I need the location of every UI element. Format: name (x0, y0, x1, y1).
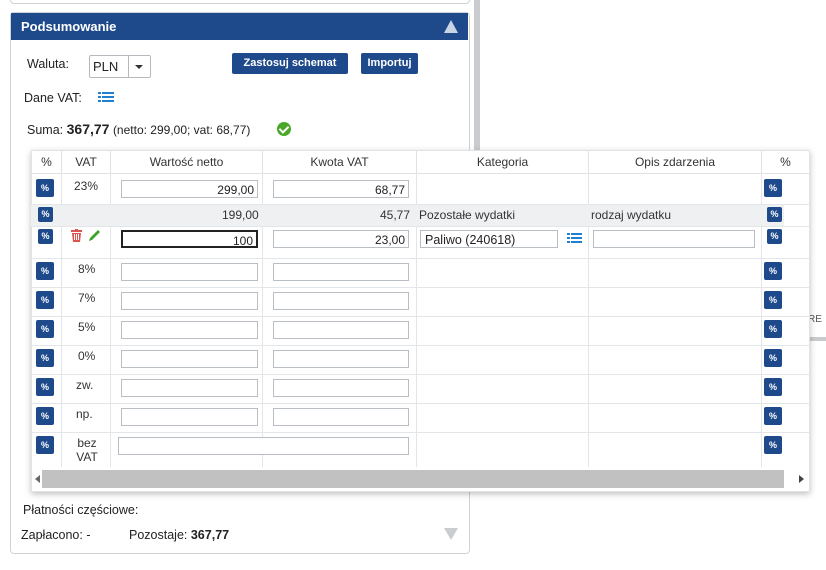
percent-button-right[interactable]: % (764, 320, 782, 338)
currency-value: PLN (93, 59, 119, 74)
percent-button[interactable]: % (36, 378, 54, 396)
kwota-input[interactable] (273, 350, 409, 368)
netto-input-edit[interactable]: 100 (121, 230, 258, 248)
vat-rate: 8% (78, 262, 96, 276)
kwota-input[interactable] (273, 408, 409, 426)
kwota-input[interactable] (273, 379, 409, 397)
sub-kwota: 45,77 (380, 208, 411, 222)
header-percent-right: % (762, 151, 809, 174)
netto-input-23[interactable]: 299,00 (121, 180, 258, 198)
import-button[interactable]: Importuj (361, 53, 418, 74)
percent-button[interactable]: % (36, 291, 54, 309)
currency-label: Waluta: (27, 57, 69, 71)
scroll-left-icon[interactable] (35, 475, 40, 483)
vat-rate: np. (76, 407, 93, 421)
percent-button-right[interactable]: % (764, 291, 782, 309)
sub-netto: 199,00 (222, 208, 259, 222)
sum-row: Suma: 367,77 (netto: 299,00; vat: 68,77) (27, 121, 250, 137)
header-vat: VAT (62, 151, 111, 174)
kategoria-input[interactable]: Paliwo (240618) (420, 230, 558, 248)
list-icon[interactable] (98, 91, 114, 104)
pencil-icon[interactable] (88, 228, 102, 242)
remaining-value: 367,77 (190, 528, 230, 542)
percent-button[interactable]: % (36, 407, 54, 425)
vat-rate: 7% (78, 291, 96, 305)
collapse-up-icon[interactable] (444, 20, 458, 33)
netto-input[interactable] (121, 292, 258, 310)
side-panel-label: RE (808, 314, 822, 325)
currency-select[interactable]: PLN (89, 55, 151, 78)
sub-opis: rodzaj wydatku (591, 208, 672, 222)
percent-button-small-right[interactable]: % (767, 207, 782, 222)
percent-button-right[interactable]: % (764, 179, 782, 197)
netto-input[interactable] (121, 263, 258, 281)
percent-button-right[interactable]: % (764, 436, 782, 454)
scroll-right-icon[interactable] (799, 475, 804, 483)
percent-button-right[interactable]: % (764, 378, 782, 396)
netto-input[interactable] (121, 321, 258, 339)
scrollbar-thumb[interactable] (42, 470, 784, 488)
opis-input[interactable] (593, 230, 755, 248)
percent-button-right[interactable]: % (764, 407, 782, 425)
horizontal-scrollbar[interactable] (32, 468, 808, 490)
netto-input[interactable] (121, 350, 258, 368)
header-netto: Wartość netto (111, 151, 263, 174)
remaining-row: Pozostaje: 367,77 (129, 528, 229, 542)
percent-button[interactable]: % (36, 262, 54, 280)
trash-icon[interactable] (71, 229, 82, 242)
category-list-icon[interactable] (567, 232, 582, 244)
remaining-label: Pozostaje: (129, 528, 188, 542)
header-opis: Opis zdarzenia (589, 151, 762, 174)
sum-detail: (netto: 299,00; vat: 68,77) (112, 123, 251, 137)
netto-input[interactable] (121, 408, 258, 426)
panel-header[interactable]: Podsumowanie (11, 13, 468, 40)
vat-rate-23: 23% (74, 179, 99, 193)
panel-title: Podsumowanie (21, 19, 117, 34)
header-percent: % (32, 151, 62, 174)
kwota-input[interactable] (273, 263, 409, 281)
netto-input[interactable] (121, 379, 258, 397)
chevron-down-icon[interactable] (135, 65, 143, 69)
panel-splitter-right[interactable] (808, 337, 826, 341)
sub-kategoria: Pozostałe wydatki (419, 208, 516, 222)
vat-rate: 0% (78, 349, 96, 363)
bez-vat-input[interactable] (118, 437, 409, 455)
sum-value: 367,77 (66, 121, 110, 137)
percent-button-small[interactable]: % (38, 207, 53, 222)
panel-splitter[interactable] (474, 0, 480, 150)
percent-button[interactable]: % (36, 349, 54, 367)
vat-data-label: Dane VAT: (24, 91, 82, 105)
paid-value: - (86, 528, 91, 542)
kwota-input[interactable] (273, 292, 409, 310)
paid-label: Zapłacono: (21, 528, 83, 542)
vat-rate: 5% (78, 320, 96, 334)
header-kwota-vat: Kwota VAT (263, 151, 417, 174)
apply-scheme-button[interactable]: Zastosuj schemat (232, 53, 348, 74)
header-kategoria: Kategoria (417, 151, 589, 174)
percent-button-small-right[interactable]: % (767, 229, 782, 244)
percent-button-small[interactable]: % (38, 229, 53, 244)
percent-button[interactable]: % (36, 179, 54, 197)
kwota-input[interactable] (273, 321, 409, 339)
expand-down-icon[interactable] (444, 528, 458, 540)
kwota-input-edit[interactable]: 23,00 (273, 230, 409, 248)
kwota-input-23[interactable]: 68,77 (273, 180, 409, 198)
sum-label: Suma: (27, 123, 64, 137)
paid-row: Zapłacono: - (21, 528, 91, 542)
previous-panel (10, 0, 470, 4)
percent-button[interactable]: % (36, 320, 54, 338)
percent-button[interactable]: % (36, 436, 54, 454)
percent-button-right[interactable]: % (764, 349, 782, 367)
check-circle-icon (277, 122, 291, 136)
percent-button-right[interactable]: % (764, 262, 782, 280)
vat-rate: zw. (76, 378, 94, 392)
vat-rate-bez-vat: bez VAT (76, 436, 98, 464)
partial-payments-label: Płatności częściowe: (23, 503, 139, 517)
